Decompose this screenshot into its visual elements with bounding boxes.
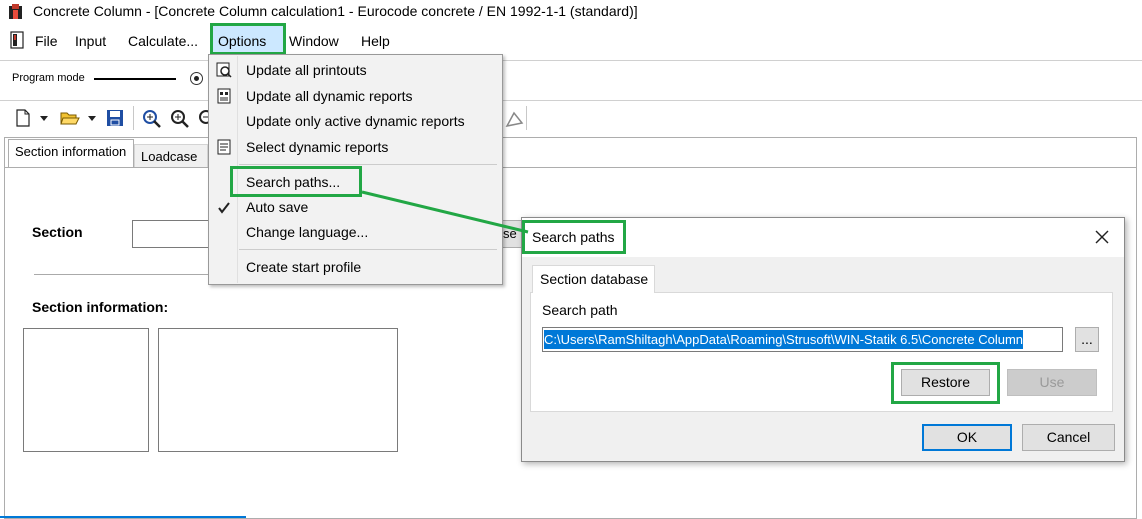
toolbar-separator	[526, 106, 527, 130]
section-input[interactable]	[132, 220, 212, 248]
dialog-title: Search paths	[532, 229, 615, 245]
open-dropdown-caret-icon[interactable]	[88, 116, 96, 121]
use-button[interactable]: Use	[1007, 369, 1097, 396]
ok-button[interactable]: OK	[922, 424, 1012, 451]
close-icon[interactable]	[1094, 229, 1110, 245]
menu-item-search-paths[interactable]: Search paths...	[246, 174, 340, 190]
menu-input[interactable]: Input	[73, 33, 108, 49]
menu-item-auto-save[interactable]: Auto save	[246, 199, 308, 215]
separator	[0, 100, 1142, 101]
section-preview-box	[23, 328, 149, 452]
section-properties-box	[158, 328, 398, 452]
tab-section-database[interactable]: Section database	[532, 265, 655, 293]
menu-separator	[239, 164, 497, 165]
menu-help[interactable]: Help	[359, 33, 392, 49]
report-refresh-icon	[216, 88, 232, 104]
restore-button[interactable]: Restore	[901, 369, 990, 396]
toolbar-separator	[133, 106, 134, 130]
menu-file[interactable]: File	[33, 33, 60, 49]
new-file-icon[interactable]	[14, 109, 32, 127]
checkmark-icon	[216, 200, 232, 216]
section-divider	[34, 274, 224, 275]
menu-item-select-dynamic-reports[interactable]: Select dynamic reports	[246, 139, 388, 155]
tool-icon[interactable]	[504, 109, 524, 128]
menu-item-create-start-profile[interactable]: Create start profile	[246, 259, 361, 275]
save-icon[interactable]	[106, 109, 124, 127]
printer-refresh-icon	[216, 62, 232, 78]
app-icon	[8, 3, 23, 20]
browse-button[interactable]: ...	[1075, 327, 1099, 352]
menu-item-update-all-printouts[interactable]: Update all printouts	[246, 62, 367, 78]
program-mode-slider-track[interactable]	[94, 78, 176, 80]
search-path-value: C:\Users\RamShiltagh\AppData\Roaming\Str…	[544, 330, 1024, 349]
menu-item-change-language[interactable]: Change language...	[246, 224, 368, 240]
report-select-icon	[216, 139, 232, 155]
program-mode-radio[interactable]	[190, 72, 203, 85]
status-bar-progress	[0, 516, 246, 518]
window-title: Concrete Column - [Concrete Column calcu…	[33, 3, 638, 19]
new-dropdown-caret-icon[interactable]	[40, 116, 48, 121]
menu-calculate[interactable]: Calculate...	[126, 33, 200, 49]
section-information-label: Section information:	[32, 299, 169, 315]
menu-item-update-all-dynamic-reports[interactable]: Update all dynamic reports	[246, 88, 413, 104]
menu-separator	[239, 249, 497, 250]
zoom-window-icon[interactable]	[142, 109, 161, 128]
menu-window[interactable]: Window	[287, 33, 341, 49]
open-folder-icon[interactable]	[60, 109, 80, 127]
zoom-in-icon[interactable]	[170, 109, 189, 128]
separator	[0, 60, 1142, 61]
menu-item-update-active-dynamic-reports[interactable]: Update only active dynamic reports	[246, 113, 465, 129]
section-database-button[interactable]: se	[502, 220, 522, 248]
search-path-label: Search path	[542, 302, 618, 318]
tab-loadcase[interactable]: Loadcase	[134, 144, 208, 167]
search-path-input[interactable]: C:\Users\RamShiltagh\AppData\Roaming\Str…	[542, 327, 1063, 352]
program-mode-label: Program mode	[12, 72, 85, 84]
tab-section-information[interactable]: Section information	[8, 139, 134, 167]
document-icon[interactable]	[8, 31, 26, 49]
tab-strip-line	[5, 167, 1136, 168]
section-label: Section	[32, 224, 83, 240]
cancel-button[interactable]: Cancel	[1022, 424, 1115, 451]
menu-options[interactable]: Options	[216, 33, 268, 49]
